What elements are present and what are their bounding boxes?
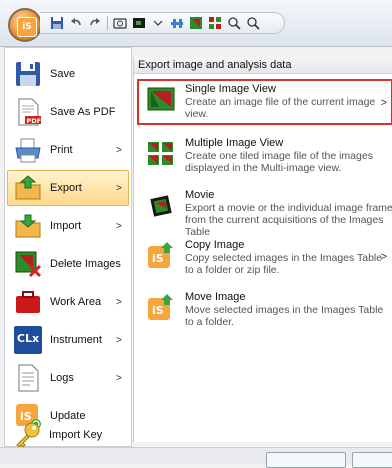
- footer-button[interactable]: [266, 452, 346, 468]
- menu-item-save-as-pdf[interactable]: PDF Save As PDF: [7, 94, 129, 130]
- zoom-out-icon[interactable]: [246, 16, 260, 30]
- import-folder-icon: [14, 212, 42, 240]
- option-move-image[interactable]: iS Move Image Move selected images in th…: [137, 287, 392, 328]
- menu-item-label: Logs: [50, 372, 74, 384]
- option-multiple-image-view[interactable]: Multiple Image View Create one tiled ima…: [137, 133, 392, 175]
- menu-item-logs[interactable]: Logs >: [7, 360, 129, 396]
- move-image-icon: iS: [147, 293, 175, 321]
- menu-item-print[interactable]: Print >: [7, 132, 129, 168]
- redo-icon[interactable]: [88, 16, 102, 30]
- svg-text:PDF: PDF: [27, 117, 42, 125]
- menu-item-label: Save: [50, 68, 76, 80]
- chevron-right-icon: >: [380, 251, 387, 263]
- quick-access-strip: [40, 12, 285, 34]
- menu-item-import[interactable]: Import >: [7, 208, 129, 244]
- chevron-right-icon: >: [116, 372, 122, 384]
- instrument-badge: CLx: [16, 332, 40, 345]
- menu-item-label: Save As PDF: [50, 106, 116, 118]
- submenu-header: Export image and analysis data: [134, 57, 392, 74]
- menu-item-save[interactable]: Save: [7, 56, 129, 92]
- menu-item-delete-images[interactable]: Delete Images: [7, 246, 129, 282]
- grid-icon[interactable]: [208, 16, 222, 30]
- image-icon[interactable]: [189, 16, 203, 30]
- menu-item-label: Delete Images: [50, 258, 121, 270]
- copy-image-icon: iS: [147, 241, 175, 269]
- toolbar-separator: [107, 16, 108, 30]
- chevron-right-icon: >: [380, 97, 387, 109]
- menu-item-label: Print: [50, 144, 73, 156]
- undo-icon[interactable]: [69, 16, 83, 30]
- chevron-right-icon: >: [116, 220, 122, 232]
- menu-item-export[interactable]: Export >: [7, 170, 129, 206]
- svg-text:iS: iS: [152, 252, 164, 265]
- snapshot-icon[interactable]: [113, 16, 127, 30]
- movie-icon: [147, 191, 175, 219]
- menu-item-work-area[interactable]: Work Area >: [7, 284, 129, 320]
- menu-item-label: Instrument: [50, 334, 102, 346]
- option-title: Movie: [185, 189, 215, 201]
- application-menu-button[interactable]: iS: [8, 8, 42, 42]
- menu-footer: [0, 447, 392, 468]
- instrument-icon: CLx: [14, 326, 42, 354]
- option-single-image-view[interactable]: Single Image View Create an image file o…: [137, 79, 392, 125]
- zoom-in-icon[interactable]: [227, 16, 241, 30]
- floppy-icon: [14, 60, 42, 88]
- option-title: Move Image: [185, 291, 246, 303]
- file-menu: Save PDF Save As PDF Print > Export > Im…: [4, 47, 132, 447]
- option-title: Single Image View: [185, 83, 276, 95]
- option-movie[interactable]: Movie Export a movie or the individual i…: [137, 185, 392, 238]
- option-description: Create one tiled image file of the image…: [185, 150, 373, 174]
- option-description: Move selected images in the Images Table…: [185, 304, 384, 328]
- menu-item-instrument[interactable]: CLx Instrument >: [7, 322, 129, 358]
- option-description: Create an image file of the current imag…: [185, 96, 376, 120]
- link-icon[interactable]: [170, 16, 184, 30]
- dropdown-icon[interactable]: [151, 16, 165, 30]
- quick-access-toolbar: iS: [0, 0, 392, 47]
- delete-image-icon: [14, 250, 42, 278]
- key-icon: [13, 421, 41, 449]
- chevron-right-icon: >: [116, 182, 122, 194]
- export-folder-icon: [14, 174, 42, 202]
- option-title: Copy Image: [185, 239, 245, 251]
- printer-icon: [14, 136, 42, 164]
- log-icon: [14, 364, 42, 392]
- menu-item-label: Work Area: [50, 296, 102, 308]
- menu-item-label: Export: [50, 182, 82, 194]
- menu-item-label: Import: [50, 220, 82, 232]
- menu-item-label: Import Key: [49, 429, 103, 441]
- single-image-icon: [147, 85, 175, 113]
- chevron-right-icon: >: [116, 296, 122, 308]
- option-copy-image[interactable]: iS Copy Image Copy selected images in th…: [137, 235, 392, 279]
- option-description: Export a movie or the individual image f…: [185, 202, 392, 238]
- option-description: Copy selected images in the Images Table…: [185, 252, 383, 276]
- pdf-icon: PDF: [14, 98, 42, 126]
- export-submenu-panel: Export image and analysis data Single Im…: [133, 57, 392, 442]
- footer-button[interactable]: [352, 452, 392, 468]
- work-area-icon: [14, 288, 42, 316]
- app-logo: iS: [17, 17, 37, 37]
- multiple-image-icon: [147, 139, 175, 167]
- save-icon[interactable]: [50, 16, 64, 30]
- chevron-right-icon: >: [116, 144, 122, 156]
- svg-text:iS: iS: [152, 304, 164, 317]
- option-title: Multiple Image View: [185, 137, 284, 149]
- chevron-right-icon: >: [116, 334, 122, 346]
- record-icon[interactable]: [132, 16, 146, 30]
